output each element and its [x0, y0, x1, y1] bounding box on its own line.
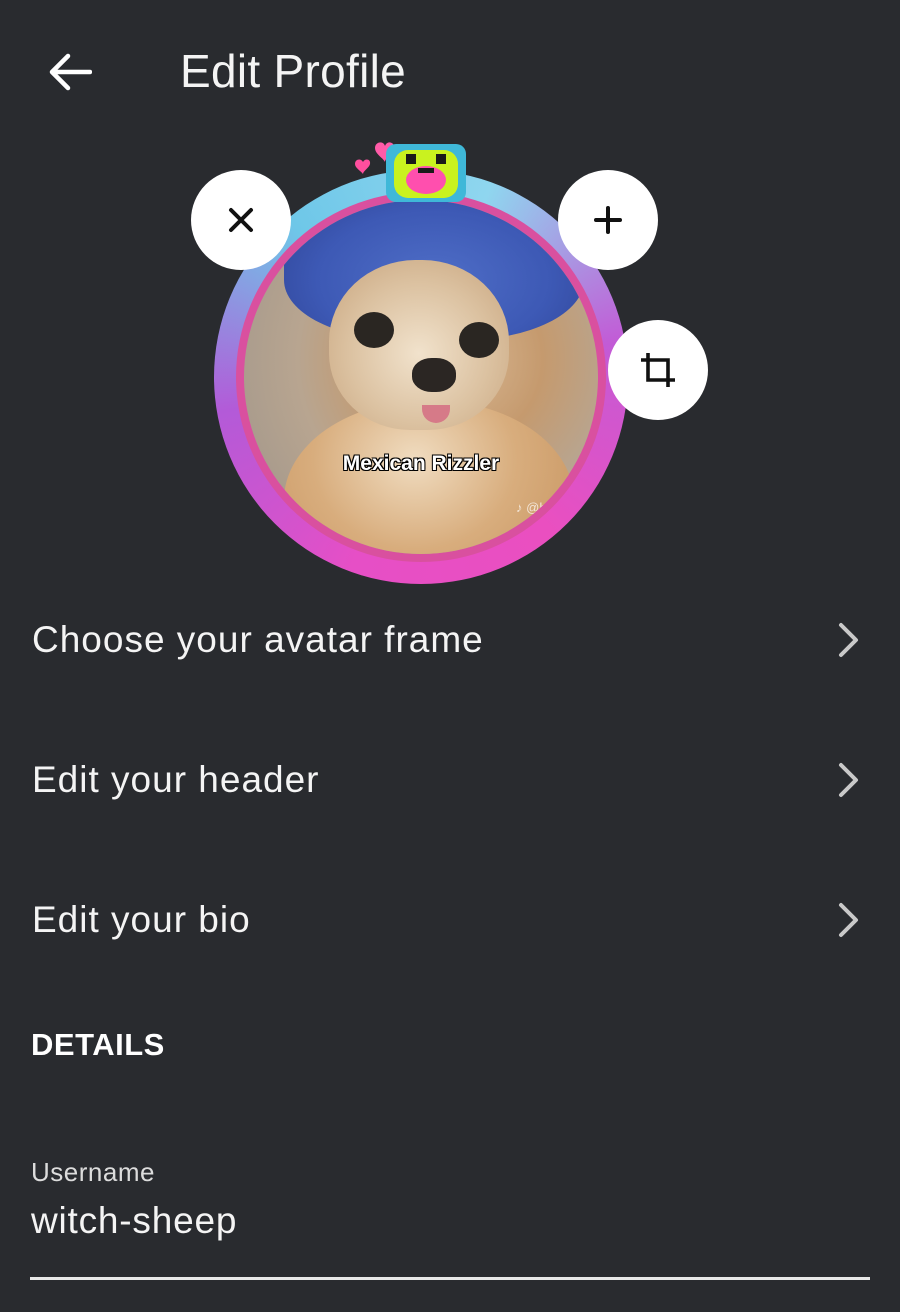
- remove-avatar-button[interactable]: [191, 170, 291, 270]
- chevron-right-icon: [839, 623, 858, 657]
- details-heading: DETAILS: [31, 1027, 165, 1062]
- arrow-left-icon: [49, 53, 92, 91]
- back-button[interactable]: [40, 42, 100, 102]
- username-label: Username: [31, 1157, 155, 1187]
- username-underline: [30, 1277, 870, 1280]
- chevron-right-icon: [839, 903, 858, 937]
- crop-icon: [641, 353, 675, 387]
- menu-item-label: Edit your header: [32, 759, 320, 800]
- avatar-watermark: ♪ @h: [516, 500, 547, 515]
- crop-avatar-button[interactable]: [608, 320, 708, 420]
- page-title: Edit Profile: [180, 45, 407, 97]
- plus-icon: [594, 206, 622, 234]
- edit-profile-screen: Edit Profile Mexican Rizzler ♪ @h Choose…: [0, 0, 900, 1312]
- chevron-right-icon: [839, 763, 858, 797]
- choose-avatar-frame-row[interactable]: Choose your avatar frame: [0, 570, 900, 710]
- close-icon: [229, 208, 253, 232]
- frog-badge-icon: [386, 144, 466, 202]
- menu-item-label: Choose your avatar frame: [32, 619, 484, 660]
- edit-bio-row[interactable]: Edit your bio: [0, 850, 900, 990]
- dog-eye-right: [459, 322, 499, 358]
- watermark-text: @h: [526, 500, 547, 515]
- avatar-caption: Mexican Rizzler: [342, 452, 500, 475]
- menu-item-label: Edit your bio: [32, 899, 251, 940]
- dog-eye-left: [354, 312, 394, 348]
- username-input[interactable]: [31, 1200, 871, 1242]
- avatar-image[interactable]: Mexican Rizzler ♪ @h: [244, 200, 598, 554]
- add-avatar-button[interactable]: [558, 170, 658, 270]
- dog-nose: [412, 358, 456, 392]
- edit-header-row[interactable]: Edit your header: [0, 710, 900, 850]
